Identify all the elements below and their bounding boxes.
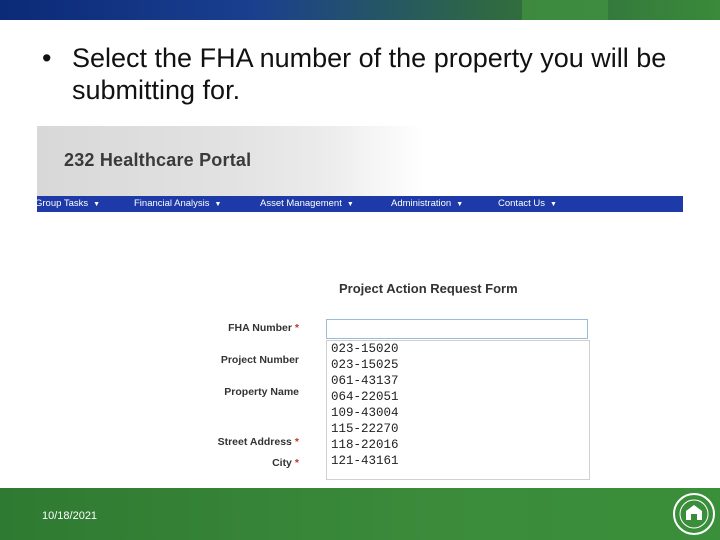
fha-number-label: FHA Number *	[149, 322, 299, 334]
bullet-dot: •	[42, 43, 52, 73]
fha-option[interactable]: 118-22016	[327, 437, 589, 453]
fha-option[interactable]: 061-43137	[327, 373, 589, 389]
fha-number-dropdown[interactable]: 023-15020 023-15025 061-43137 064-22051 …	[326, 340, 590, 480]
property-name-label: Property Name	[149, 386, 299, 398]
nav-administration[interactable]: Administration ▼	[391, 196, 463, 213]
city-label: City *	[149, 457, 299, 469]
project-number-label: Project Number	[149, 354, 299, 366]
caret-down-icon: ▼	[550, 201, 557, 208]
fha-option[interactable]: 109-43004	[327, 405, 589, 421]
top-banner	[0, 0, 720, 20]
nav-group-tasks[interactable]: Group Tasks ▼	[35, 196, 100, 213]
bullet-text: Select the FHA number of the property yo…	[72, 43, 667, 105]
hud-seal-icon	[673, 493, 715, 535]
required-mark: *	[294, 457, 299, 469]
fha-number-input[interactable]	[326, 319, 588, 339]
label-text: City	[272, 457, 292, 469]
caret-down-icon: ▼	[93, 201, 101, 208]
portal-screenshot: 232 Healthcare Portal Group Tasks ▼ Finan…	[35, 126, 683, 482]
slide-date: 10/18/2021	[42, 510, 98, 522]
nav-label: Contact Us	[498, 198, 545, 209]
nav-label: Group Tasks	[35, 198, 89, 209]
nav-label: Asset Management	[260, 198, 342, 209]
caret-down-icon: ▼	[214, 201, 222, 208]
fha-option[interactable]: 064-22051	[327, 389, 589, 405]
label-text: FHA Number	[228, 322, 292, 334]
portal-header: 232 Healthcare Portal	[37, 126, 683, 196]
label-text: Street Address	[217, 436, 292, 448]
banner-tag	[522, 0, 608, 20]
label-text: Project Number	[220, 354, 299, 366]
portal-title: 232 Healthcare Portal	[64, 150, 252, 170]
label-text: Property Name	[224, 386, 299, 398]
form-title: Project Action Request Form	[339, 281, 518, 296]
required-mark: *	[294, 436, 299, 448]
required-mark: *	[294, 322, 299, 334]
caret-down-icon: ▼	[346, 201, 354, 208]
nav-financial-analysis[interactable]: Financial Analysis ▼	[134, 196, 221, 213]
fha-option[interactable]: 023-15020	[327, 341, 589, 357]
nav-label: Administration	[391, 198, 452, 209]
fha-option[interactable]: 115-22270	[327, 421, 589, 437]
footer-bar: 10/18/2021	[0, 488, 720, 540]
nav-label: Financial Analysis	[134, 198, 210, 209]
portal-nav: Group Tasks ▼ Financial Analysis ▼ Asset M…	[35, 196, 683, 213]
street-address-label: Street Address *	[149, 436, 299, 448]
nav-asset-management[interactable]: Asset Management ▼	[260, 196, 354, 213]
caret-down-icon: ▼	[456, 201, 464, 208]
fha-option[interactable]: 023-15025	[327, 357, 589, 373]
fha-option[interactable]: 121-43161	[327, 453, 589, 469]
nav-contact-us[interactable]: Contact Us ▼	[498, 196, 557, 213]
